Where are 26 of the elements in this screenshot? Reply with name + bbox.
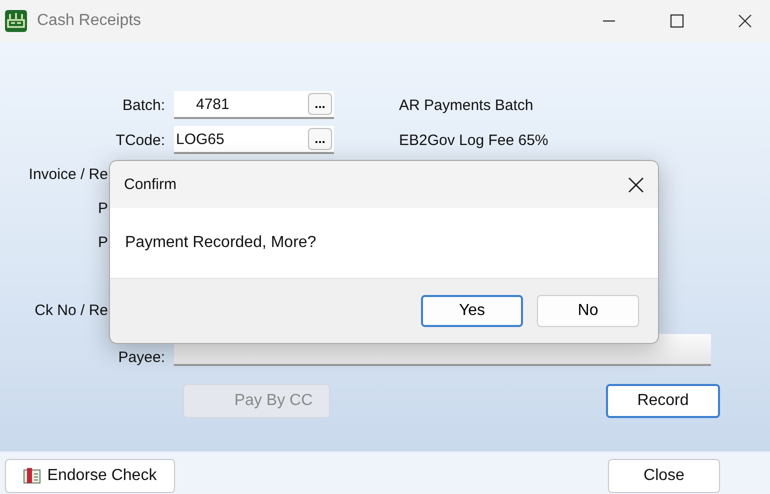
field-label: Payee: [117,349,166,366]
field-label: Invoice / Re [28,166,108,182]
close-button[interactable]: Close [608,459,720,493]
field-label: Ck No / Re [34,302,108,318]
record-button[interactable]: Record [606,384,720,418]
tcode-field[interactable]: LOG65 ... [174,126,334,154]
field-label: Batch: [121,96,166,114]
dialog-button[interactable]: No [537,295,639,327]
endorse-check-button[interactable]: Endorse Check [5,459,175,493]
dialog-message: Payment Recorded, More? [125,234,316,252]
dialog-button[interactable]: Yes [421,295,523,327]
field-label: P [96,200,108,216]
field-label: P [96,234,108,250]
close-icon[interactable] [628,176,644,192]
field-description: AR Payments Batch [399,96,534,114]
book-icon [23,467,42,485]
window-title: Cash Receipts [37,12,142,30]
field-description: EB2Gov Log Fee 65% [399,132,548,148]
batch-field[interactable]: 4781 ... [174,91,334,119]
browse-button[interactable]: ... [308,128,332,150]
maximize-icon[interactable] [670,14,684,28]
close-icon[interactable] [738,14,752,28]
dialog-title: Confirm [124,176,177,193]
field-label: TCode: [114,132,166,148]
app-icon [5,10,27,32]
browse-button[interactable]: ... [308,93,332,115]
